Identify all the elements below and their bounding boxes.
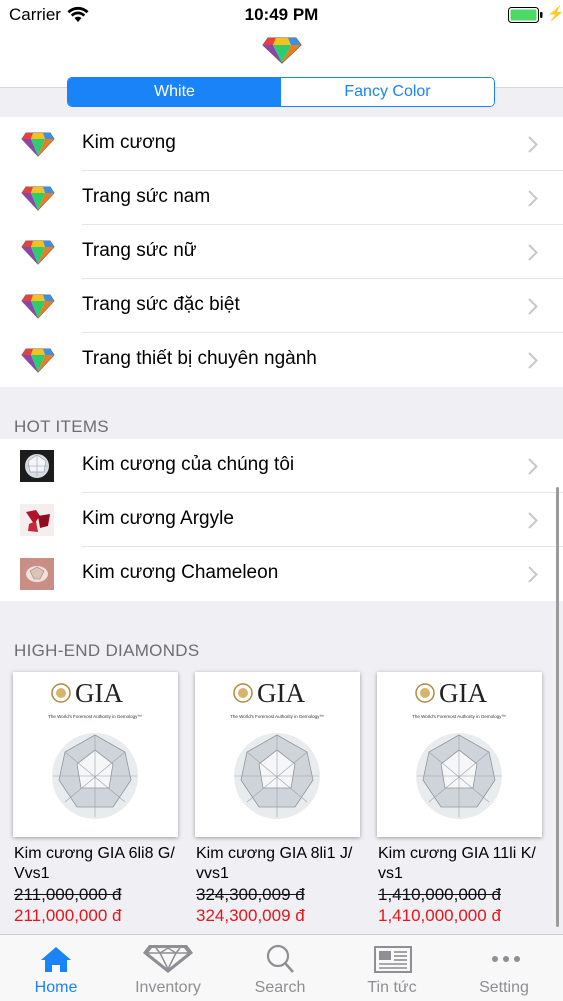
product-name: Kim cương GIA 11li K/ vs1 bbox=[378, 845, 536, 882]
tab-search[interactable]: Search bbox=[224, 935, 336, 1001]
product-image: GIA The World's Foremost Authority in Ge… bbox=[13, 672, 178, 837]
product-price: 211,000,000 đ bbox=[14, 906, 122, 925]
menu-item-trang-suc-nam[interactable]: Trang sức nam bbox=[0, 171, 563, 225]
product-price: 1,410,000,000 đ bbox=[378, 906, 501, 925]
product-old-price: 324,300,009 đ bbox=[196, 885, 305, 904]
menu-item-trang-suc-dac-biet[interactable]: Trang sức đặc biệt bbox=[0, 279, 563, 333]
diamond-icon bbox=[21, 186, 55, 211]
menu-item-label: Trang thiết bị chuyên ngành bbox=[82, 348, 317, 369]
segment-white[interactable]: White bbox=[68, 78, 281, 106]
menu-item-label: Trang sức nữ bbox=[82, 240, 197, 261]
tab-label: Inventory bbox=[135, 979, 201, 996]
product-carousel[interactable]: GIA The World's Foremost Authority in Ge… bbox=[0, 672, 563, 934]
diamond-logo-icon bbox=[262, 37, 302, 64]
chevron-right-icon bbox=[528, 512, 538, 529]
menu-item-label: Trang sức nam bbox=[82, 186, 211, 207]
chevron-right-icon bbox=[528, 136, 538, 153]
gia-logo-text: GIA bbox=[75, 678, 123, 708]
product-name: Kim cương GIA 8li1 J/ vvs1 bbox=[196, 845, 353, 882]
hot-item-label: Kim cương của chúng tôi bbox=[82, 454, 295, 475]
more-icon bbox=[492, 956, 520, 962]
menu-item-trang-thiet-bi[interactable]: Trang thiết bị chuyên ngành bbox=[0, 333, 563, 387]
tab-label: Search bbox=[254, 979, 306, 996]
diamond-thumbnail bbox=[20, 450, 54, 482]
diamond-icon bbox=[21, 240, 55, 265]
diamond-icon bbox=[21, 348, 55, 373]
status-bar: Carrier 10:49 PM ⚡ bbox=[0, 0, 563, 30]
charging-icon: ⚡ bbox=[547, 5, 563, 21]
segment-fancy-color[interactable]: Fancy Color bbox=[281, 78, 494, 106]
menu-list: Kim cương Trang sức nam Trang sức nữ Tra… bbox=[0, 117, 563, 387]
diamond-thumbnail bbox=[20, 558, 54, 590]
hot-item-argyle[interactable]: Kim cương Argyle bbox=[0, 493, 563, 547]
diamond-icon bbox=[143, 945, 193, 973]
chevron-right-icon bbox=[528, 566, 538, 583]
hot-items-header: HOT ITEMS bbox=[14, 417, 109, 436]
product-name: Kim cương GIA 6li8 G/ Vvs1 bbox=[14, 845, 175, 882]
high-end-header: HIGH-END DIAMONDS bbox=[14, 641, 200, 660]
product-old-price: 1,410,000,000 đ bbox=[378, 885, 501, 904]
tab-setting[interactable]: Setting bbox=[448, 935, 560, 1001]
hot-item-label: Kim cương Chameleon bbox=[82, 562, 279, 583]
gia-logo-text: GIA bbox=[257, 678, 305, 708]
gia-tagline: The World's Foremost Authority in Gemolo… bbox=[412, 714, 506, 719]
tab-tin-tuc[interactable]: Tin tức bbox=[336, 935, 448, 1001]
hot-item-our-diamonds[interactable]: Kim cương của chúng tôi bbox=[0, 439, 563, 493]
hot-item-label: Kim cương Argyle bbox=[82, 508, 234, 529]
menu-item-label: Trang sức đặc biệt bbox=[82, 294, 240, 315]
diamond-icon bbox=[21, 294, 55, 319]
diamond-thumbnail bbox=[20, 504, 54, 536]
search-icon bbox=[266, 944, 294, 973]
hot-item-chameleon[interactable]: Kim cương Chameleon bbox=[0, 547, 563, 601]
newspaper-icon bbox=[374, 946, 412, 973]
product-image: GIA The World's Foremost Authority in Ge… bbox=[195, 672, 360, 837]
gia-tagline: The World's Foremost Authority in Gemolo… bbox=[48, 714, 142, 719]
gia-tagline: The World's Foremost Authority in Gemolo… bbox=[230, 714, 324, 719]
menu-item-kim-cuong[interactable]: Kim cương bbox=[0, 117, 563, 171]
home-icon bbox=[41, 947, 71, 972]
chevron-right-icon bbox=[528, 352, 538, 369]
tab-inventory[interactable]: Inventory bbox=[112, 935, 224, 1001]
scroll-indicator[interactable] bbox=[556, 487, 559, 927]
battery-icon bbox=[508, 7, 543, 23]
segment-container: White Fancy Color bbox=[67, 77, 495, 107]
segmented-control[interactable]: White Fancy Color bbox=[67, 77, 495, 107]
menu-item-label: Kim cương bbox=[82, 132, 176, 153]
chevron-right-icon bbox=[528, 298, 538, 315]
menu-item-trang-suc-nu[interactable]: Trang sức nữ bbox=[0, 225, 563, 279]
chevron-right-icon bbox=[528, 244, 538, 261]
tab-label: Home bbox=[34, 979, 78, 996]
tab-home[interactable]: Home bbox=[0, 935, 112, 1001]
chevron-right-icon bbox=[528, 190, 538, 207]
tab-label: Tin tức bbox=[367, 979, 417, 996]
product-old-price: 211,000,000 đ bbox=[14, 885, 122, 904]
tab-bar: Home Inventory Search Tin tức Setting bbox=[0, 934, 563, 1001]
diamond-icon bbox=[21, 132, 55, 157]
hot-items-list: Kim cương của chúng tôi Kim cương Argyle… bbox=[0, 439, 563, 601]
product-price: 324,300,009 đ bbox=[196, 906, 305, 925]
clock: 10:49 PM bbox=[244, 5, 319, 24]
chevron-right-icon bbox=[528, 458, 538, 475]
gia-logo-text: GIA bbox=[439, 678, 487, 708]
tab-label: Setting bbox=[479, 979, 529, 996]
product-image: GIA The World's Foremost Authority in Ge… bbox=[377, 672, 542, 837]
